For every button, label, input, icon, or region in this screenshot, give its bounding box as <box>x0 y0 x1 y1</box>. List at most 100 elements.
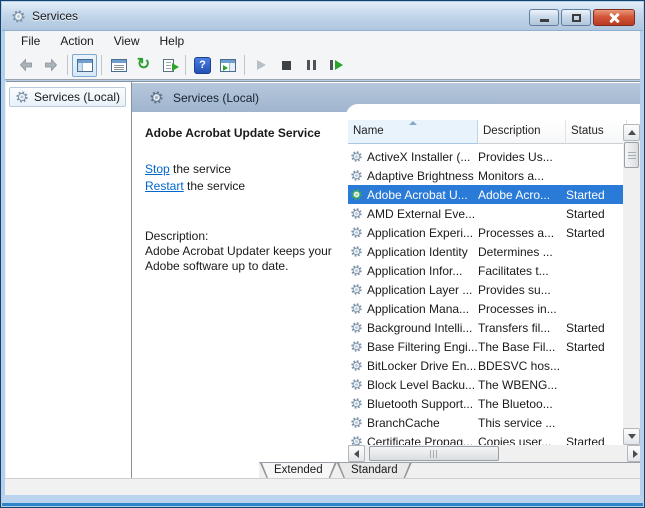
service-name: BitLocker Drive En... <box>367 358 477 373</box>
maximize-button[interactable] <box>561 9 591 26</box>
service-description: The Bluetoo... <box>478 396 553 411</box>
forward-arrow-icon <box>44 58 57 72</box>
service-name: Application Experi... <box>367 225 474 240</box>
scroll-right-button[interactable] <box>627 445 640 462</box>
service-name: Certificate Propag... <box>367 434 474 446</box>
service-description: The Base Fil... <box>478 339 556 354</box>
service-gear-icon <box>351 151 362 162</box>
start-service-button[interactable] <box>249 54 274 77</box>
service-gear-icon <box>351 265 362 276</box>
stop-service-button[interactable] <box>274 54 299 77</box>
service-name: Application Mana... <box>367 301 470 316</box>
list-header: Name Description Status <box>348 120 627 144</box>
restart-service-button[interactable] <box>324 54 349 77</box>
arrow-up-icon <box>627 130 636 135</box>
horizontal-scrollbar[interactable] <box>348 445 640 462</box>
table-row[interactable]: Application Layer ... Provides su... <box>348 280 627 299</box>
service-gear-icon <box>351 189 362 200</box>
scroll-up-button[interactable] <box>623 124 640 141</box>
vertical-scroll-thumb[interactable] <box>624 142 639 168</box>
service-gear-icon <box>351 303 362 314</box>
service-status: Started <box>566 320 605 335</box>
table-row[interactable]: Application Infor... Facilitates t... <box>348 261 627 280</box>
scroll-left-button[interactable] <box>348 445 365 462</box>
service-description: Processes in... <box>478 301 557 316</box>
table-row[interactable]: BranchCache This service ... <box>348 413 627 432</box>
console-tree-pane: Services (Local) <box>6 81 132 478</box>
table-row[interactable]: Application Identity Determines ... <box>348 242 627 261</box>
toolbar-separator <box>67 55 68 75</box>
restart-link-suffix: the service <box>183 179 246 193</box>
close-button[interactable] <box>593 9 635 26</box>
service-gear-icon <box>351 436 362 445</box>
service-description: This service ... <box>478 415 556 430</box>
vertical-scrollbar[interactable] <box>623 124 640 445</box>
table-row[interactable]: Adobe Acrobat U... Adobe Acro... Started <box>348 185 627 204</box>
pause-service-button[interactable] <box>299 54 324 77</box>
service-status: Started <box>566 187 605 202</box>
table-row[interactable]: Block Level Backu... The WBENG... <box>348 375 627 394</box>
show-action-pane-button[interactable] <box>215 54 240 77</box>
main-content: Services (Local) Services (Local) Adobe … <box>5 81 640 478</box>
back-button[interactable] <box>13 54 38 77</box>
minimize-button[interactable] <box>529 9 559 26</box>
service-status: Started <box>566 339 605 354</box>
service-description: Provides Us... <box>478 149 553 164</box>
service-name: Block Level Backu... <box>367 377 476 392</box>
service-description: BDESVC hos... <box>478 358 561 373</box>
table-row[interactable]: Certificate Propag... Copies user... Sta… <box>348 432 627 445</box>
export-list-button[interactable] <box>156 54 181 77</box>
horizontal-scroll-thumb[interactable] <box>369 446 499 461</box>
service-gear-icon <box>351 208 362 219</box>
properties-button[interactable] <box>106 54 131 77</box>
refresh-button[interactable]: ↻ <box>131 54 156 77</box>
gear-icon <box>16 91 28 103</box>
column-header-name[interactable]: Name <box>348 120 478 144</box>
table-row[interactable]: Application Mana... Processes in... <box>348 299 627 318</box>
forward-button[interactable] <box>38 54 63 77</box>
tab-standard[interactable]: Standard <box>337 463 412 478</box>
service-detail-pane: Adobe Acrobat Update Service Stop the se… <box>145 126 347 274</box>
service-gear-icon <box>351 398 362 409</box>
services-window: Services File Action View Help ↻ ? Servi… <box>0 0 645 508</box>
menu-item-action[interactable]: Action <box>50 32 103 50</box>
table-row[interactable]: AMD External Eve... Started <box>348 204 627 223</box>
service-gear-icon <box>351 227 362 238</box>
table-row[interactable]: Bluetooth Support... The Bluetoo... <box>348 394 627 413</box>
help-button[interactable]: ? <box>190 54 215 77</box>
tab-extended[interactable]: Extended <box>260 463 337 478</box>
table-row[interactable]: BitLocker Drive En... BDESVC hos... <box>348 356 627 375</box>
menu-item-view[interactable]: View <box>104 32 150 50</box>
table-row[interactable]: ActiveX Installer (... Provides Us... <box>348 147 627 166</box>
table-row[interactable]: Base Filtering Engi... The Base Fil... S… <box>348 337 627 356</box>
table-row[interactable]: Adaptive Brightness Monitors a... <box>348 166 627 185</box>
properties-icon <box>110 58 127 72</box>
column-header-description[interactable]: Description <box>478 120 566 144</box>
show-console-tree-button[interactable] <box>72 53 97 77</box>
service-description: Determines ... <box>478 244 553 259</box>
service-gear-icon <box>351 360 362 371</box>
title-bar[interactable]: Services <box>2 2 643 31</box>
service-name: Bluetooth Support... <box>367 396 474 411</box>
service-gear-icon <box>351 341 362 352</box>
service-description: Adobe Acro... <box>478 187 551 202</box>
menu-item-help[interactable]: Help <box>150 32 195 50</box>
menu-item-file[interactable]: File <box>11 32 50 50</box>
table-row[interactable]: Background Intelli... Transfers fil... S… <box>348 318 627 337</box>
toolbar-separator <box>244 55 245 75</box>
sidebar-item-services-local[interactable]: Services (Local) <box>9 87 127 107</box>
scroll-down-button[interactable] <box>623 428 640 445</box>
view-tabs: Extended Standard <box>259 462 640 478</box>
table-row[interactable]: Application Experi... Processes a... Sta… <box>348 223 627 242</box>
menu-bar: File Action View Help <box>5 31 640 51</box>
extended-view-pane: Services (Local) Adobe Acrobat Update Se… <box>132 81 640 478</box>
restart-service-link[interactable]: Restart <box>145 179 184 193</box>
sort-ascending-icon <box>408 121 417 125</box>
gear-icon <box>150 91 163 104</box>
service-name: Application Identity <box>367 244 468 259</box>
column-header-status[interactable]: Status <box>566 120 627 144</box>
service-description: Facilitates t... <box>478 263 549 278</box>
service-description: Monitors a... <box>478 168 545 183</box>
service-description: Processes a... <box>478 225 555 240</box>
stop-service-link[interactable]: Stop <box>145 162 170 176</box>
